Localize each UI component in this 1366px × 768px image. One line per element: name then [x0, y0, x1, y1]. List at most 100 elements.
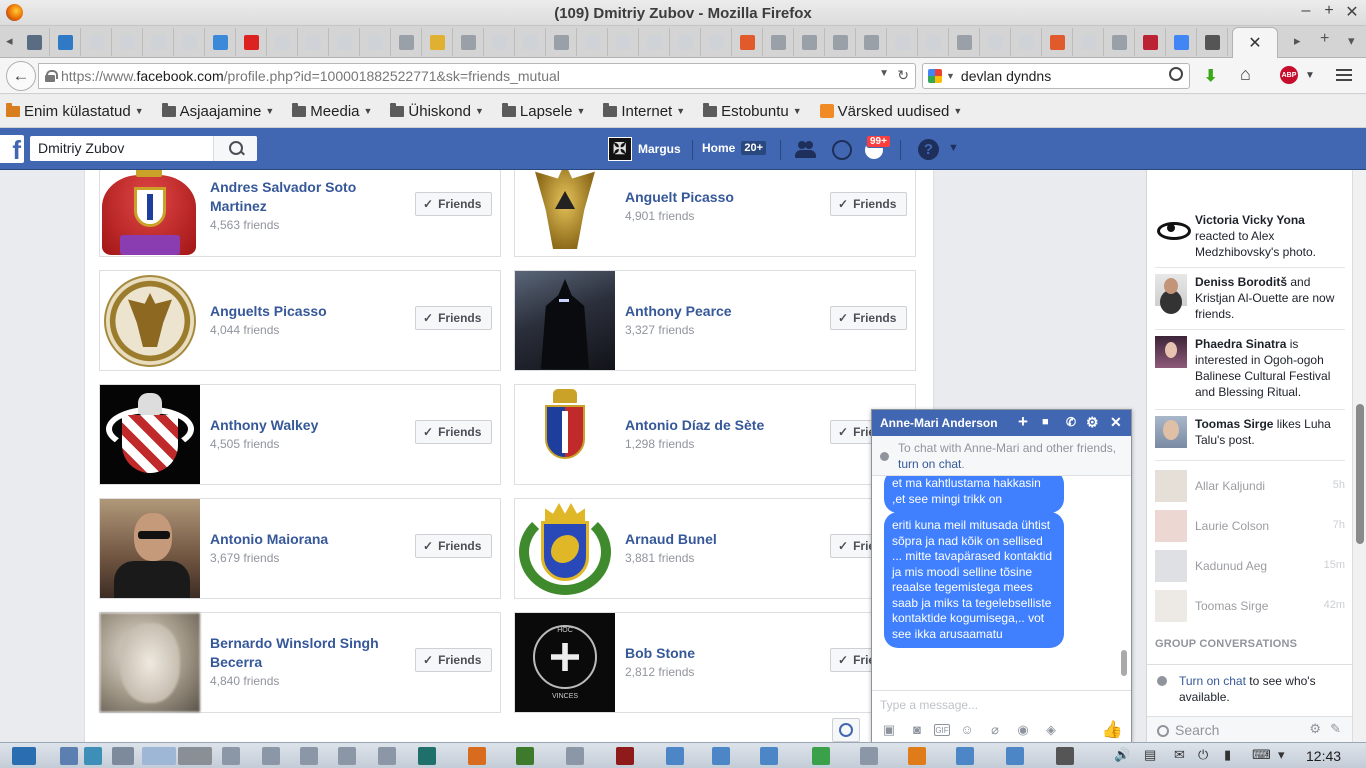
adblock-icon[interactable]: ABP [1280, 66, 1298, 84]
back-button[interactable]: ← [6, 61, 36, 91]
search-engine-icon[interactable] [928, 69, 942, 83]
photo-icon[interactable]: ▣ [878, 722, 900, 738]
friends-button[interactable]: ✓ Friends [830, 306, 907, 330]
network-icon[interactable]: ▮ [1224, 747, 1231, 763]
maximize-icon[interactable]: + [1319, 2, 1339, 20]
pinned-tab[interactable] [206, 28, 236, 56]
taskbar-clock[interactable]: 12:43 [1306, 748, 1341, 764]
friends-button[interactable]: ✓ Friends [415, 534, 492, 558]
friend-name-link[interactable]: Arnaud Bunel [625, 530, 815, 549]
taskbar-app-icon[interactable] [760, 747, 778, 765]
pinned-tab[interactable] [919, 28, 949, 56]
friends-button[interactable]: ✓ Friends [830, 192, 907, 216]
minimize-icon[interactable]: – [1296, 2, 1316, 20]
taskbar-app-icon[interactable] [338, 747, 356, 765]
pinned-tab[interactable] [330, 28, 360, 56]
taskbar-app-icon[interactable] [1056, 747, 1074, 765]
pinned-tab[interactable] [1043, 28, 1073, 56]
friends-button[interactable]: ✓ Friends [415, 306, 492, 330]
bookmark-folder[interactable]: Värsked uudised ▼ [819, 103, 962, 120]
pinned-tab[interactable] [547, 28, 577, 56]
pinned-tab[interactable] [299, 28, 329, 56]
friend-avatar[interactable] [100, 613, 200, 712]
keyboard-icon[interactable]: ⌨ [1252, 747, 1271, 763]
pinned-tab[interactable] [454, 28, 484, 56]
keyboard-layout-icon[interactable]: ▤ [1144, 747, 1156, 763]
page-scrollbar-thumb[interactable] [1356, 404, 1364, 544]
ticker-actor[interactable]: Phaedra Sinatra [1195, 337, 1286, 351]
sticker-icon[interactable]: ◙ [906, 722, 928, 738]
ticker-story[interactable]: Toomas Sirge likes Luha Talu's post. [1155, 416, 1345, 450]
like-thumb-icon[interactable]: 👍 [1102, 720, 1123, 740]
adblock-dropdown-icon[interactable]: ▼ [1305, 70, 1315, 81]
chat-contact[interactable]: Kadunud Aeg 15m [1155, 550, 1345, 582]
power-icon[interactable]: ⏻ [1198, 747, 1208, 763]
bookmark-folder[interactable]: Meedia ▼ [292, 102, 372, 120]
close-chat-icon[interactable]: ✕ [1110, 414, 1122, 431]
taskbar-app-icon[interactable] [60, 747, 78, 765]
friend-avatar[interactable] [100, 271, 200, 370]
friend-name-link[interactable]: Antonio Díaz de Sète [625, 416, 815, 435]
friend-name-link[interactable]: Bob Stone [625, 644, 815, 663]
ticker-actor[interactable]: Victoria Vicky Yona [1195, 213, 1305, 227]
home-link[interactable]: Home 20+ [702, 141, 767, 155]
friend-name-link[interactable]: Anthony Walkey [210, 416, 400, 435]
gif-icon[interactable]: GIF [934, 723, 950, 736]
bookmark-folder[interactable]: Internet ▼ [603, 102, 685, 120]
search-icon[interactable] [1169, 67, 1183, 81]
new-message-icon[interactable]: ✎ [1330, 721, 1341, 737]
download-icon[interactable]: ⬇ [1204, 66, 1217, 86]
emoji-icon[interactable]: ☺ [956, 722, 978, 738]
friend-avatar[interactable] [515, 271, 615, 370]
pinned-tab[interactable] [1105, 28, 1135, 56]
url-bar[interactable]: https://www. facebook.com/profile.php?id=… [38, 63, 916, 89]
tab-list-icon[interactable]: ▾ [1348, 33, 1355, 49]
friend-name-link[interactable]: Anguelt Picasso [625, 188, 815, 207]
new-tab-icon[interactable]: + [1320, 30, 1329, 48]
chat-contact[interactable]: Toomas Sirge 42m [1155, 590, 1345, 622]
ticker-actor[interactable]: Deniss Boroditš [1195, 275, 1287, 289]
pinned-tab[interactable] [423, 28, 453, 56]
pinned-tab[interactable] [392, 28, 422, 56]
search-bar[interactable]: ▼ devlan dyndns [922, 63, 1190, 89]
pinned-tab[interactable] [175, 28, 205, 56]
chat-scrollbar[interactable] [1120, 480, 1128, 686]
tabs-scroll-right-icon[interactable]: ▸ [1294, 33, 1301, 49]
attach-file-icon[interactable]: ⌀ [984, 722, 1006, 738]
taskbar-app-icon[interactable] [418, 747, 436, 765]
active-tab[interactable]: ✕ [1232, 27, 1278, 58]
pinned-tab[interactable] [733, 28, 763, 56]
chat-message-input[interactable]: Type a message... [872, 690, 1131, 716]
taskbar-app-icon[interactable] [84, 747, 102, 765]
chat-language-button[interactable] [832, 718, 860, 742]
friend-avatar[interactable] [100, 170, 200, 256]
bookmark-folder[interactable]: Lapsele ▼ [501, 102, 585, 120]
taskbar-app-icon[interactable] [1006, 747, 1024, 765]
friend-name-link[interactable]: Bernardo Winslord Singh Becerra [210, 634, 400, 672]
home-icon[interactable]: ⌂ [1240, 64, 1251, 85]
friend-avatar[interactable]: HOC VINCES [515, 613, 615, 712]
pinned-tab[interactable] [20, 28, 50, 56]
pinned-tab[interactable] [268, 28, 298, 56]
friends-button[interactable]: ✓ Friends [415, 192, 492, 216]
taskbar-app-icon[interactable] [516, 747, 534, 765]
taskbar-app-icon[interactable] [860, 747, 878, 765]
taskbar-app-icon[interactable] [142, 747, 176, 765]
pinned-tab[interactable] [950, 28, 980, 56]
pinned-tab[interactable] [578, 28, 608, 56]
bookmark-folder[interactable]: Ühiskond ▼ [390, 102, 484, 120]
friend-avatar[interactable] [100, 385, 200, 484]
pinned-tab[interactable] [361, 28, 391, 56]
pinned-tab[interactable] [1074, 28, 1104, 56]
messages-icon[interactable] [832, 140, 852, 160]
turn-on-chat-link[interactable]: Turn on chat [1179, 674, 1246, 688]
taskbar-app-icon[interactable] [956, 747, 974, 765]
friend-avatar[interactable] [515, 499, 615, 598]
profile-link[interactable]: Margus [608, 137, 681, 161]
bookmark-folder[interactable]: Enim külastatud ▼ [6, 102, 144, 120]
camera-icon[interactable]: ◉ [1012, 722, 1034, 738]
ticker-story[interactable]: Victoria Vicky Yona reacted to Alex Medz… [1155, 212, 1345, 260]
add-person-icon[interactable]: + [1018, 412, 1028, 432]
volume-icon[interactable]: 🔊 [1114, 747, 1130, 763]
pinned-tab[interactable] [826, 28, 856, 56]
